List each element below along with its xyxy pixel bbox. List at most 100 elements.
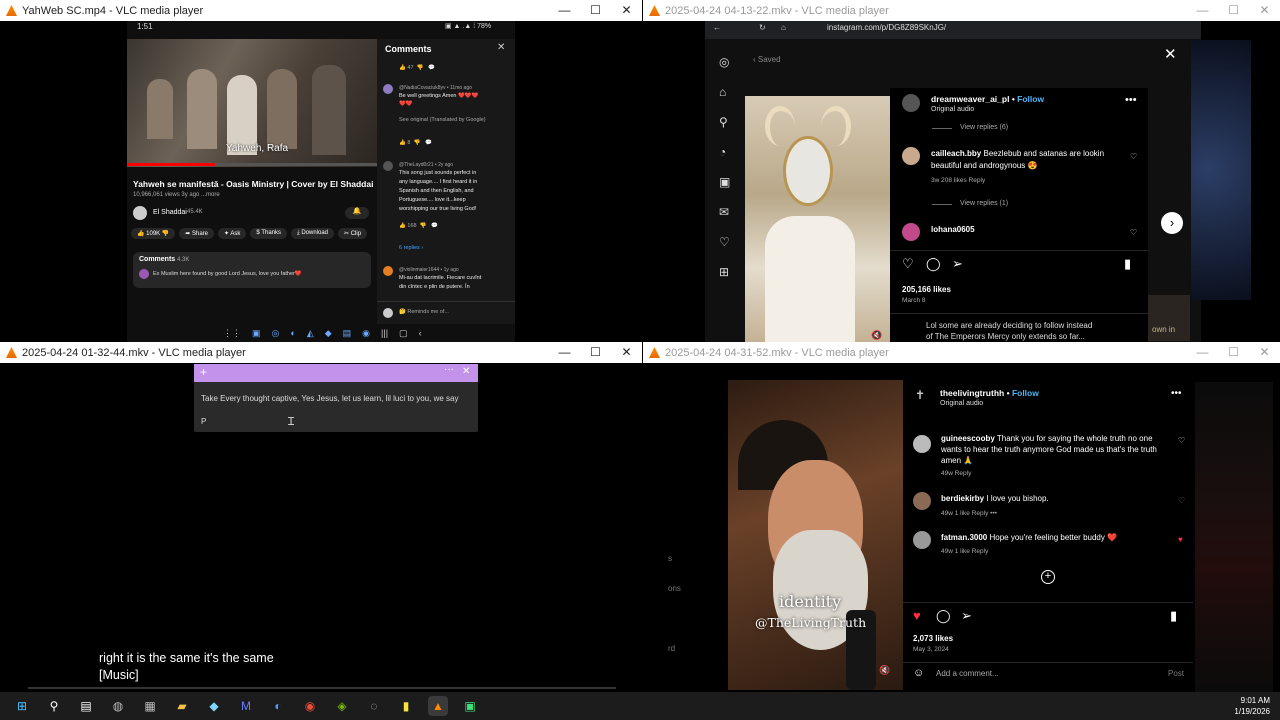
app-icon[interactable]: ◆ xyxy=(325,328,332,339)
more-icon[interactable]: ••• xyxy=(1125,94,1137,106)
progress-bar[interactable] xyxy=(127,163,377,166)
post-image[interactable]: 🔇 xyxy=(745,96,890,342)
see-original-link[interactable]: See original (Translated by Google) xyxy=(399,117,486,123)
note-input[interactable]: P xyxy=(201,417,206,426)
avatar[interactable]: ✝ xyxy=(915,388,925,402)
maximize-button[interactable]: ☐ xyxy=(580,342,611,363)
video-meta[interactable]: 10,966,061 views 3y ago ...more xyxy=(133,192,220,198)
instagram-icon[interactable]: ◎ xyxy=(719,55,739,69)
close-button[interactable]: ✕ xyxy=(611,342,642,363)
back-icon[interactable]: ← xyxy=(713,23,721,32)
comment-meta[interactable]: 49w 1 like Reply xyxy=(941,548,988,555)
add-icon[interactable]: + xyxy=(200,365,207,379)
search-icon[interactable]: ⚲ xyxy=(44,696,64,716)
liked-heart-icon[interactable]: ♥ xyxy=(913,608,921,623)
bookmark-icon[interactable]: ▮ xyxy=(1170,608,1177,624)
maximize-button[interactable]: ☐ xyxy=(1218,342,1249,363)
replies-link[interactable]: 6 replies › xyxy=(399,245,423,251)
channel-name[interactable]: El Shaddai xyxy=(153,209,187,216)
url-bar[interactable]: instagram.com/p/DG8Z89SKnJG/ xyxy=(827,23,946,32)
app-icon[interactable]: ◈ xyxy=(332,696,352,716)
ask-button[interactable]: ✦ Ask xyxy=(218,228,247,239)
close-modal-icon[interactable]: ✕ xyxy=(1164,45,1177,63)
explore-icon[interactable]: ◔ xyxy=(719,145,739,159)
comment-meta[interactable]: 49w Reply xyxy=(941,470,971,477)
comment-user[interactable]: lohana0605 xyxy=(931,225,975,234)
home-icon[interactable]: ⌂ xyxy=(781,23,786,32)
maximize-button[interactable]: ☐ xyxy=(580,0,611,21)
share-icon[interactable]: ➢ xyxy=(961,608,972,624)
post-username[interactable]: dreamweaver_ai_pl • Follow xyxy=(931,94,1044,104)
reel-video[interactable]: identity @TheLivingTruth 🔇 xyxy=(728,380,903,690)
heart-icon[interactable]: ♡ xyxy=(1130,152,1137,161)
view-replies-link[interactable]: View replies (1) xyxy=(960,200,1008,207)
back-icon[interactable]: ‹ xyxy=(419,328,422,338)
avatar[interactable] xyxy=(913,531,931,549)
comment-icon[interactable]: ◯ xyxy=(926,256,941,272)
next-post-button[interactable]: › xyxy=(1161,212,1183,234)
seek-bar[interactable] xyxy=(28,687,616,689)
close-button[interactable]: ✕ xyxy=(1249,342,1280,363)
reload-icon[interactable]: ↻ xyxy=(759,23,766,32)
app-icon[interactable]: ◆ xyxy=(204,696,224,716)
app-icon[interactable]: ◐ xyxy=(268,696,288,716)
search-icon[interactable]: ⚲ xyxy=(719,115,739,129)
minimize-button[interactable]: — xyxy=(1187,0,1218,21)
comments-preview[interactable]: Comments 4.3K Ex Muslim here found by go… xyxy=(133,252,371,288)
share-icon[interactable]: ➢ xyxy=(952,256,963,272)
messages-icon[interactable]: ✉ xyxy=(719,205,739,219)
home-icon[interactable]: ▢ xyxy=(399,328,408,339)
view-replies-link[interactable]: View replies (6) xyxy=(960,124,1008,131)
close-button[interactable]: ✕ xyxy=(611,0,642,21)
sticky-notes-icon[interactable]: ▮ xyxy=(396,696,416,716)
heart-icon[interactable]: ♡ xyxy=(1178,436,1185,445)
heart-icon[interactable]: ♡ xyxy=(719,235,739,249)
close-icon[interactable]: ✕ xyxy=(497,42,505,53)
create-icon[interactable]: ⊞ xyxy=(719,265,739,279)
close-button[interactable]: ✕ xyxy=(1249,0,1280,21)
channel-avatar[interactable] xyxy=(133,206,147,220)
saved-breadcrumb[interactable]: ‹ Saved xyxy=(753,55,781,64)
avatar[interactable] xyxy=(902,147,920,165)
minimize-button[interactable]: — xyxy=(1187,342,1218,363)
bell-icon[interactable]: 🔔 xyxy=(345,207,369,219)
app-icon[interactable]: ▣ xyxy=(460,696,480,716)
mute-icon[interactable]: 🔇 xyxy=(871,330,882,341)
more-icon[interactable]: ••• xyxy=(1171,388,1182,399)
comment-input[interactable]: 🤔 Reminds me of... xyxy=(399,309,449,315)
minimize-button[interactable]: — xyxy=(549,0,580,21)
clip-button[interactable]: ✂ Clip xyxy=(338,228,368,239)
avatar[interactable] xyxy=(902,223,920,241)
app-icon[interactable]: ◍ xyxy=(108,696,128,716)
chrome-icon[interactable]: ◉ xyxy=(300,696,320,716)
avatar[interactable] xyxy=(913,492,931,510)
apps-icon[interactable]: ⋮⋮ xyxy=(223,328,241,339)
heart-icon[interactable]: ♡ xyxy=(1178,496,1185,505)
maximize-button[interactable]: ☐ xyxy=(1218,0,1249,21)
app-icon[interactable]: ◌ xyxy=(364,696,384,716)
windows-start-icon[interactable]: ⊞ xyxy=(12,696,32,716)
app-icon[interactable]: ▤ xyxy=(343,328,352,339)
comment-input[interactable]: Add a comment... xyxy=(936,669,999,678)
comment-meta[interactable]: 49w 1 like Reply ••• xyxy=(941,510,997,517)
liked-heart-icon[interactable]: ♥ xyxy=(1178,535,1183,544)
file-explorer-icon[interactable]: ▰ xyxy=(172,696,192,716)
video-frame[interactable]: Yahweh, Rafa xyxy=(127,39,377,167)
post-button[interactable]: Post xyxy=(1168,669,1184,678)
vlc-icon[interactable]: ▲ xyxy=(428,696,448,716)
post-username[interactable]: theelivingtruthh • Follow xyxy=(940,388,1039,398)
avatar[interactable] xyxy=(902,94,920,112)
thanks-button[interactable]: $ Thanks xyxy=(250,228,287,239)
note-text[interactable]: Take Every thought captive, Yes Jesus, l… xyxy=(201,394,458,403)
heart-icon[interactable]: ♡ xyxy=(1130,228,1137,237)
emoji-icon[interactable]: ☺ xyxy=(913,667,924,679)
like-icon[interactable]: ♡ xyxy=(902,256,914,272)
share-button[interactable]: ➦ Share xyxy=(179,228,215,239)
clock[interactable]: 9:01 AM 1/19/2026 xyxy=(1234,695,1270,717)
like-count[interactable]: 2,073 likes xyxy=(913,634,953,643)
avatar[interactable] xyxy=(913,435,931,453)
home-icon[interactable]: ⌂ xyxy=(719,85,739,99)
app-icon[interactable]: M xyxy=(236,696,256,716)
comment-compose[interactable]: 🤔 Reminds me of... xyxy=(377,301,515,324)
bookmark-icon[interactable]: ▮ xyxy=(1124,256,1131,272)
